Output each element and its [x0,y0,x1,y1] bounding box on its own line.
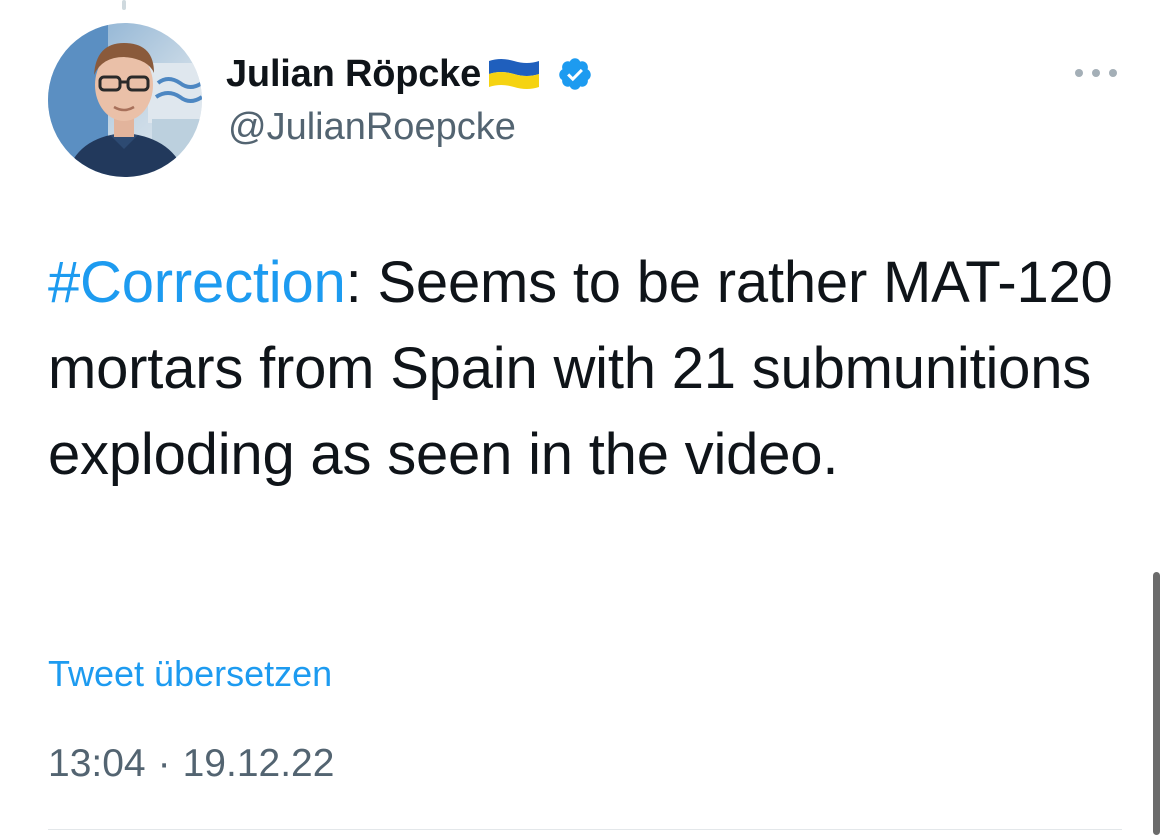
ukraine-flag-icon [487,57,541,91]
tweet-timestamp[interactable]: 13:04 · 19.12.22 [48,742,334,786]
avatar[interactable] [48,23,202,177]
tweet-time[interactable]: 13:04 [48,742,146,786]
hashtag-link[interactable]: #Correction [48,250,346,315]
more-dots-icon [1075,69,1117,77]
thread-connector-line [122,0,126,10]
translate-tweet-link[interactable]: Tweet übersetzen [48,653,332,695]
avatar-photo [48,23,202,177]
more-options-button[interactable] [1070,58,1122,88]
divider [48,829,1122,830]
tweet-text: #Correction: Seems to be rather MAT-120 … [48,240,1138,498]
author-display-name[interactable]: Julian Röpcke [226,53,481,96]
author-name-row[interactable]: Julian Röpcke [226,48,593,100]
verified-badge-icon [557,56,593,92]
tweet-date[interactable]: 19.12.22 [183,742,335,786]
scrollbar-thumb[interactable] [1153,572,1160,835]
tweet-detail-view: Julian Röpcke @JulianRoepcke #Correction… [0,0,1170,835]
timestamp-separator: · [157,742,171,785]
author-handle[interactable]: @JulianRoepcke [228,106,516,149]
